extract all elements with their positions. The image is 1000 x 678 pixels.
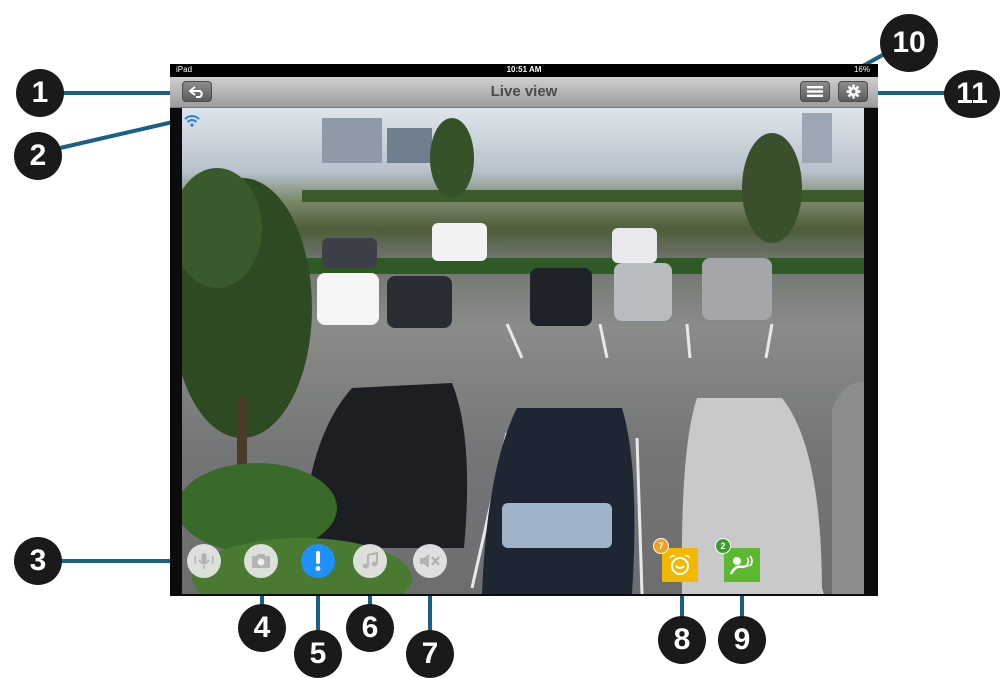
callout-3: 3 (14, 537, 62, 585)
sound-detection-icon (729, 555, 753, 575)
tablet-screen: iPad 10:51 AM 16% Live view 7 2 (170, 64, 878, 596)
settings-button[interactable] (838, 81, 868, 102)
alert-button[interactable] (301, 544, 335, 578)
alert-icon (315, 551, 321, 571)
camera-list-button[interactable] (800, 81, 830, 102)
callout-6: 6 (346, 604, 394, 652)
wifi-icon (184, 115, 200, 127)
talk-button[interactable] (187, 544, 221, 578)
motion-detection-icon (669, 554, 691, 575)
motion-detection-button[interactable]: 7 (653, 538, 698, 582)
clock: 10:51 AM (506, 65, 542, 74)
snapshot-button[interactable] (244, 544, 278, 578)
sound-event-count: 2 (715, 538, 731, 554)
list-icon (807, 86, 823, 97)
callout-11: 11 (944, 70, 1000, 118)
microphone-icon (194, 553, 214, 569)
callout-7: 7 (406, 630, 454, 678)
callout-5: 5 (294, 630, 342, 678)
callout-2: 2 (14, 132, 62, 180)
annotated-screenshot: iPad 10:51 AM 16% Live view 7 2 1 2 3 4 … (0, 0, 1000, 678)
page-title: Live view (490, 83, 558, 100)
callout-4: 4 (238, 604, 286, 652)
camera-icon (252, 554, 270, 568)
callout-10: 10 (880, 14, 938, 72)
mute-button[interactable] (413, 544, 447, 578)
lullaby-button[interactable] (353, 544, 387, 578)
mute-icon (420, 554, 440, 568)
status-bar: iPad 10:51 AM 16% (170, 64, 878, 77)
navigation-bar: Live view (170, 77, 878, 108)
sound-detection-button[interactable]: 2 (715, 538, 760, 582)
parking-lot-scene (182, 113, 864, 594)
music-note-icon (362, 552, 378, 569)
callout-1: 1 (16, 69, 64, 117)
callout-8: 8 (658, 616, 706, 664)
motion-event-count: 7 (653, 538, 669, 554)
battery-level: 16% (853, 65, 870, 74)
live-video-feed[interactable]: 7 2 (182, 108, 864, 594)
gear-icon (845, 84, 861, 99)
callout-9: 9 (718, 616, 766, 664)
